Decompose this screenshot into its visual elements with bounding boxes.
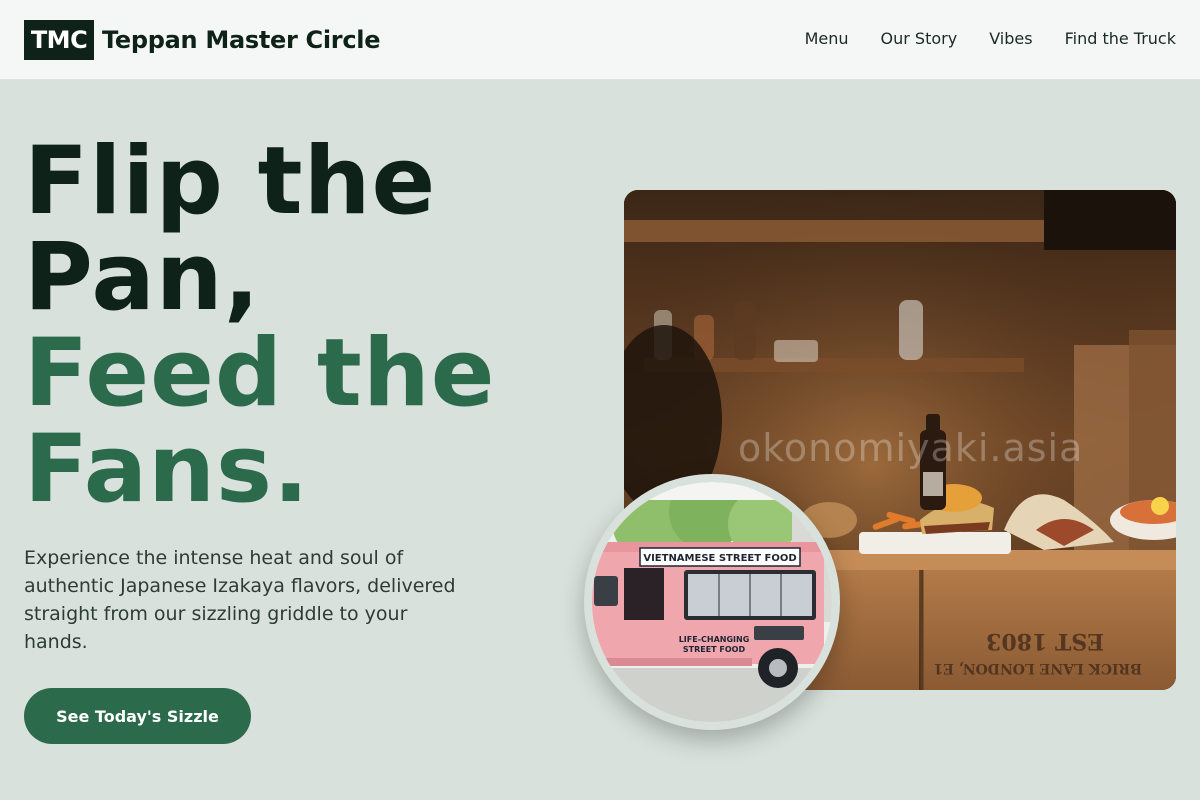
photo-watermark: okonomiyaki.asia bbox=[738, 426, 1084, 470]
hero-headline: Flip the Pan, Feed the Fans. bbox=[24, 134, 584, 518]
brand-name[interactable]: Teppan Master Circle bbox=[102, 22, 380, 58]
food-truck-photo: VIETNAMESE STREET FOOD LIFE-CHANGING STR… bbox=[584, 474, 840, 730]
truck-slogan-line-1: LIFE-CHANGING bbox=[679, 635, 750, 644]
crate-stencil-est: EST 1803 bbox=[986, 628, 1104, 654]
nav-link-our-story[interactable]: Our Story bbox=[881, 26, 958, 52]
truck-sign-text: VIETNAMESE STREET FOOD bbox=[643, 553, 796, 564]
crate-stencil-address: BRICK LANE LONDON, E1 bbox=[934, 660, 1142, 676]
hero-description: Experience the intense heat and soul of … bbox=[24, 547, 456, 653]
headline-line-4: Fans. bbox=[24, 415, 310, 524]
headline-line-2: Pan, bbox=[24, 223, 261, 332]
nav-link-menu[interactable]: Menu bbox=[805, 26, 849, 52]
headline-line-3: Feed the bbox=[24, 319, 496, 428]
main-nav: Menu Our Story Vibes Find the Truck bbox=[805, 26, 1176, 52]
logo-badge[interactable]: TMC bbox=[24, 20, 94, 60]
nav-link-find-the-truck[interactable]: Find the Truck bbox=[1065, 26, 1176, 52]
see-todays-sizzle-button[interactable]: See Today's Sizzle bbox=[24, 688, 251, 744]
truck-slogan-line-2: STREET FOOD bbox=[683, 645, 746, 654]
headline-line-1: Flip the bbox=[24, 127, 437, 236]
nav-link-vibes[interactable]: Vibes bbox=[989, 26, 1032, 52]
food-truck-illustration: VIETNAMESE STREET FOOD LIFE-CHANGING STR… bbox=[592, 482, 832, 722]
site-header: TMC Teppan Master Circle Menu Our Story … bbox=[0, 0, 1200, 80]
